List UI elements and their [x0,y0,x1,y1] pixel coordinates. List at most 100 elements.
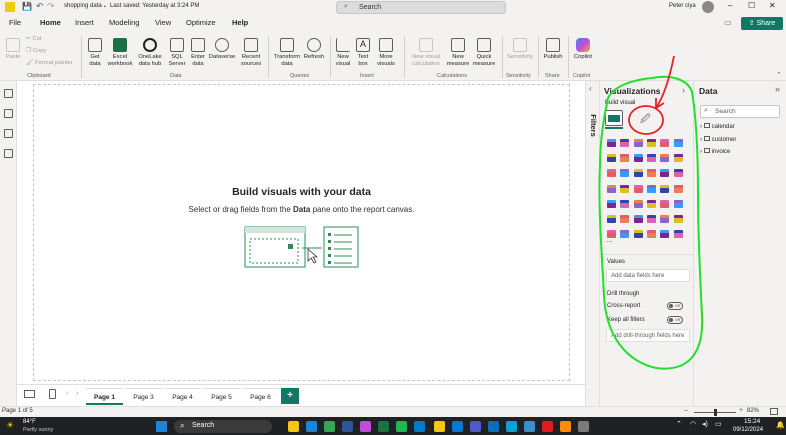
visual-pie-icon[interactable] [646,169,656,178]
windows-start-icon[interactable] [156,421,167,432]
zoom-in-icon[interactable]: + [739,407,743,414]
tab-page-4[interactable]: Page 4 [164,388,201,405]
visual-slicer-icon[interactable] [620,199,630,208]
more-visuals-button[interactable]: More visuals [373,38,399,67]
zoom-slider-thumb[interactable] [714,409,717,416]
visual-narrative-icon[interactable] [660,215,670,223]
get-data-button[interactable]: Get data [84,38,106,67]
table-view-icon[interactable] [4,109,13,118]
visual-100-column-icon[interactable] [673,139,683,147]
visual-custom-c-icon[interactable] [673,230,683,239]
enter-data-button[interactable]: Enter data [188,38,208,67]
file-explorer-icon[interactable] [288,421,299,432]
sensitivity-button[interactable]: Sensitivity [505,38,535,61]
visual-python-script-icon[interactable] [607,215,616,223]
settings-icon[interactable] [578,421,589,432]
visual-qa-icon[interactable] [646,215,656,223]
format-painter-button[interactable]: 🖌 Format painter [26,60,73,67]
visual-table-icon[interactable] [633,199,643,208]
redo-icon[interactable]: ↷ [47,1,55,12]
desktop-layout-icon[interactable] [24,390,35,398]
powerbi-app-icon[interactable] [434,421,445,432]
visual-100-bar-icon[interactable] [660,139,670,147]
visual-map-icon[interactable] [607,184,616,193]
share-button[interactable]: ⇪ Share [741,17,783,30]
visual-metrics-icon[interactable] [673,215,683,223]
visual-stacked-column-icon[interactable] [620,139,630,147]
clock-date[interactable]: 09/12/2024 [733,427,763,433]
visual-donut-icon[interactable] [660,169,670,178]
avatar[interactable] [702,1,714,13]
collapse-ribbon-icon[interactable]: ⌃ [776,71,782,79]
menu-file[interactable]: File [9,18,21,27]
visual-r-visual-icon[interactable] [660,199,670,208]
text-box-button[interactable]: A Text box [354,38,372,67]
menu-optimize[interactable]: Optimize [186,18,216,27]
weather-desc[interactable]: Partly sunny [23,427,53,433]
collapse-data-icon[interactable]: » [775,84,780,94]
add-page-button[interactable]: + [281,388,299,404]
visual-card-icon[interactable] [660,184,670,193]
copy-button[interactable]: ❐ Copy [26,48,46,55]
expand-filters-icon[interactable]: ‹ [589,84,592,93]
visual-power-automate-icon[interactable] [633,230,643,239]
acrobat-icon[interactable] [542,421,553,432]
visual-area-icon[interactable] [620,154,630,163]
volume-icon[interactable]: ◂) [702,420,708,428]
minimize-icon[interactable]: – [728,1,732,10]
onelake-button[interactable]: OneLake data hub [135,38,165,67]
quick-measure-button[interactable]: Quick measure [471,38,497,67]
mobile-layout-icon[interactable] [49,389,56,399]
menu-modeling[interactable]: Modeling [109,18,139,27]
data-search-input[interactable]: ⌕ Search [700,105,780,118]
visual-matrix-icon[interactable] [646,199,656,208]
clock-time[interactable]: 15:24 [744,418,760,425]
menu-insert[interactable]: Insert [75,18,94,27]
visual-decomposition-tree-icon[interactable] [633,215,643,223]
visual-ribbon-icon[interactable] [673,154,683,163]
visual-funnel-icon[interactable] [620,169,630,178]
maximize-icon[interactable]: ☐ [748,1,755,10]
tab-page-3[interactable]: Page 3 [125,388,162,405]
menu-view[interactable]: View [155,18,171,27]
zoom-out-icon[interactable]: – [684,407,688,414]
report-view-icon[interactable] [4,89,13,98]
visual-line-clustered-icon[interactable] [660,154,670,163]
visual-gauge-icon[interactable] [646,184,656,193]
visual-custom-a-icon[interactable] [646,230,656,239]
excel-button[interactable]: Excel workbook [106,38,134,67]
refresh-button[interactable]: Refresh [302,38,326,61]
visual-scatter-icon[interactable] [633,169,643,178]
new-visual-calculation-button[interactable]: New visual calculation [407,38,445,67]
battery-icon[interactable]: ▭ [715,420,722,428]
fit-to-page-icon[interactable] [770,408,778,415]
visual-treemap-icon[interactable] [673,169,683,178]
excel-app-icon[interactable] [378,421,389,432]
chrome-icon[interactable] [324,421,335,432]
visual-line-column-icon[interactable] [646,154,656,163]
visual-custom-b-icon[interactable] [660,230,670,239]
copilot-button[interactable]: Copilot [571,38,595,61]
visual-stacked-area-icon[interactable] [633,154,643,163]
tab-page-1[interactable]: Page 1 [86,388,123,405]
visual-kpi-icon[interactable] [607,199,616,208]
visual-paginated-icon[interactable] [607,230,616,239]
new-visual-button[interactable]: New visual [333,38,353,67]
scroll-left-icon[interactable]: ‹ [66,390,68,397]
taskbar-search[interactable]: ⌕ Search [174,420,272,433]
cross-report-toggle[interactable]: Off [667,302,683,310]
dataverse-button[interactable]: Dataverse [208,38,236,61]
visual-azure-map-icon[interactable] [633,184,643,193]
visual-multi-row-card-icon[interactable] [673,184,683,193]
vscode-icon[interactable] [414,421,425,432]
notification-icon[interactable]: 🔔 [776,421,785,429]
keep-all-filters-toggle[interactable]: Off [667,316,683,324]
save-icon[interactable]: 💾 [22,2,32,11]
visual-key-influencers-icon[interactable] [620,215,630,223]
last-saved-label[interactable]: Last saved: Yesterday at 3:24 PM [110,3,199,9]
title-search-box[interactable]: ⌕ Search [336,1,506,14]
table-item[interactable]: › calendar [700,123,735,130]
visual-waterfall-icon[interactable] [607,169,616,178]
visual-clustered-column-icon[interactable] [646,139,656,147]
tab-page-5[interactable]: Page 5 [203,388,240,405]
